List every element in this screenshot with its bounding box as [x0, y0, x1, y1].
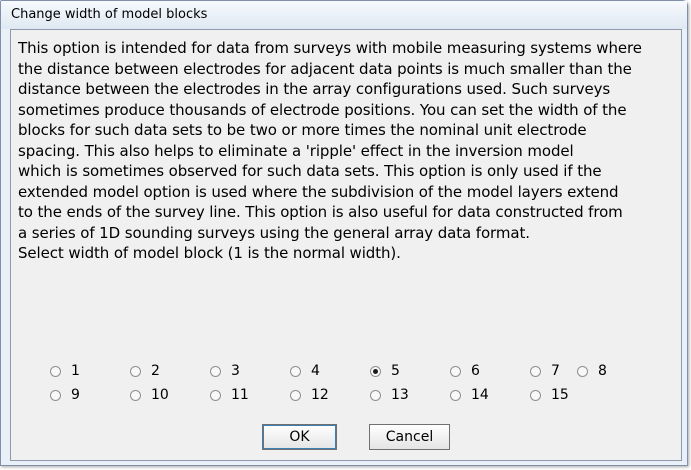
ok-button[interactable]: OK: [262, 424, 337, 450]
radio-label: 8: [598, 363, 607, 379]
radio-label: 3: [231, 363, 240, 379]
radio-label: 1: [71, 363, 80, 379]
radio-label: 5: [391, 363, 400, 379]
radio-circle[interactable]: [210, 365, 221, 377]
radio-label: 12: [311, 387, 329, 403]
radio-label: 4: [311, 363, 320, 379]
radio-circle[interactable]: [50, 389, 61, 401]
radio-label: 14: [471, 387, 489, 403]
radio-option-15[interactable]: 15: [530, 385, 569, 405]
dialog-title: Change width of model blocks: [11, 7, 208, 22]
radio-option-3[interactable]: 3: [210, 361, 240, 381]
radio-label: 7: [551, 363, 560, 379]
radio-option-8[interactable]: 8: [577, 361, 607, 381]
radio-circle[interactable]: [530, 365, 541, 377]
radio-label: 2: [151, 363, 160, 379]
radio-label: 10: [151, 387, 169, 403]
radio-circle[interactable]: [290, 389, 301, 401]
title-bar[interactable]: Change width of model blocks: [1, 1, 687, 29]
radio-circle[interactable]: [50, 365, 61, 377]
radio-label: 9: [71, 387, 80, 403]
radio-option-14[interactable]: 14: [450, 385, 489, 405]
radio-label: 15: [551, 387, 569, 403]
radio-circle[interactable]: [210, 389, 221, 401]
radio-circle[interactable]: [530, 389, 541, 401]
radio-circle[interactable]: [450, 365, 461, 377]
radio-label: 11: [231, 387, 249, 403]
description-text: This option is intended for data from su…: [18, 39, 642, 262]
radio-option-13[interactable]: 13: [370, 385, 409, 405]
radio-option-2[interactable]: 2: [130, 361, 160, 381]
radio-option-11[interactable]: 11: [210, 385, 249, 405]
radio-circle[interactable]: [290, 365, 301, 377]
radio-option-5[interactable]: 5: [370, 361, 400, 381]
radio-circle[interactable]: [130, 389, 141, 401]
radio-option-7[interactable]: 7: [530, 361, 560, 381]
radio-circle[interactable]: [130, 365, 141, 377]
radio-circle[interactable]: [370, 389, 381, 401]
radio-option-1[interactable]: 1: [50, 361, 80, 381]
radio-label: 13: [391, 387, 409, 403]
radio-circle-selected[interactable]: [370, 365, 381, 377]
radio-circle[interactable]: [450, 389, 461, 401]
radio-option-4[interactable]: 4: [290, 361, 320, 381]
radio-circle[interactable]: [577, 365, 588, 377]
radio-option-12[interactable]: 12: [290, 385, 329, 405]
cancel-button[interactable]: Cancel: [369, 424, 450, 450]
radio-option-9[interactable]: 9: [50, 385, 80, 405]
radio-option-6[interactable]: 6: [450, 361, 480, 381]
radio-option-10[interactable]: 10: [130, 385, 169, 405]
radio-label: 6: [471, 363, 480, 379]
